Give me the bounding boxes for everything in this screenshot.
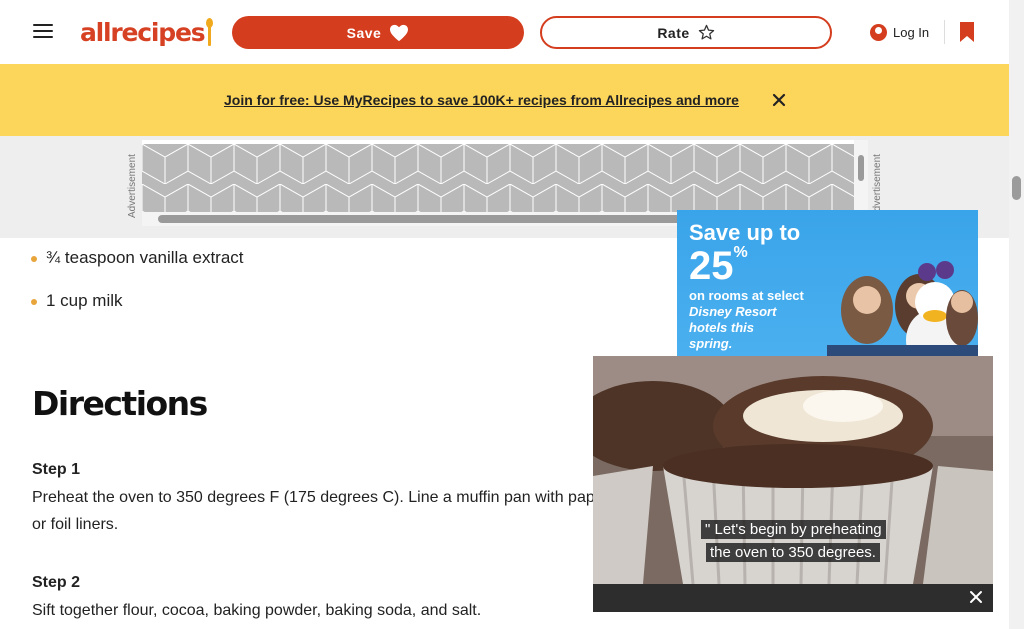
ad-pattern-image [142,144,854,212]
ingredient-item[interactable]: 1 cup milk [46,291,123,311]
login-label: Log In [893,24,930,40]
rate-button[interactable]: Rate [540,16,832,49]
bullet-icon [31,256,37,262]
site-header: allrecipes Save Rate Log In [0,0,1009,64]
ad-label-right: Advertisement [872,154,883,218]
user-icon [870,23,887,41]
step-text-line: or foil liners. [32,516,119,533]
star-icon [698,24,714,40]
ad-body-text: on rooms at select Disney Resort hotels … [689,288,804,351]
step-title: Step 2 [32,574,81,591]
ingredient-item[interactable]: ¾ teaspoon vanilla extract [46,248,244,268]
ad-vertical-scroll-thumb[interactable] [858,155,864,181]
ad-headline: Save up to [689,220,801,245]
video-caption: " Let's begin by preheating the oven to … [701,518,886,564]
login-link[interactable]: Log In [870,21,929,43]
bullet-icon [31,299,37,305]
step-text-line: Preheat the oven to 350 degrees F (175 d… [32,489,609,506]
step-title: Step 1 [32,461,81,478]
page-scrollbar[interactable] [1009,0,1024,629]
allrecipes-logo[interactable]: allrecipes [80,16,214,48]
bookmark-icon[interactable] [957,20,977,44]
heart-icon [390,24,409,41]
page-scroll-thumb[interactable] [1012,176,1021,200]
logo-text: allrecipes [80,17,206,47]
rate-label: Rate [657,24,690,41]
spoon-icon [206,18,214,46]
save-button[interactable]: Save [232,16,524,49]
step-text[interactable]: Preheat the oven to 350 degrees F (175 d… [32,484,632,538]
ad-discount: 25% [689,244,748,288]
close-icon[interactable] [967,588,985,606]
step-text[interactable]: Sift together flour, cocoa, baking powde… [32,597,632,624]
video-control-bar [593,584,993,612]
ad-label-left: Advertisement [127,154,138,218]
save-label: Save [346,24,382,41]
header-divider [944,20,945,44]
video-player[interactable]: " Let's begin by preheating the oven to … [593,356,993,612]
step-text-line: Sift together flour, cocoa, baking powde… [32,602,482,619]
menu-icon[interactable] [31,20,55,42]
promo-link[interactable]: Join for free: Use MyRecipes to save 100… [224,92,739,108]
directions-heading: Directions [32,384,208,423]
close-icon[interactable] [771,92,787,108]
